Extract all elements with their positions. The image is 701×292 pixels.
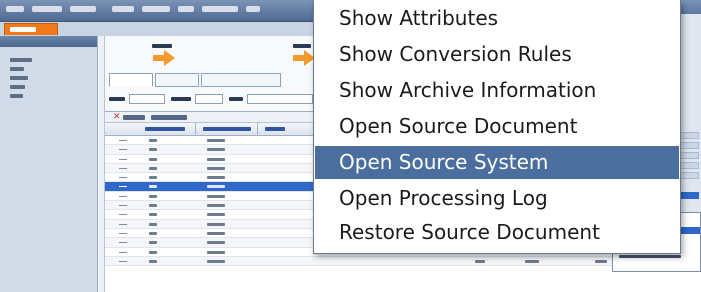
toolbar-label — [293, 44, 311, 48]
context-menu: Show Attributes Show Conversion Rules Sh… — [313, 0, 681, 254]
menu-item[interactable] — [32, 6, 62, 12]
cell — [679, 162, 699, 169]
context-menu-small-item[interactable] — [619, 255, 681, 258]
menu-item-open-source-document[interactable]: Open Source Document — [314, 110, 680, 143]
sidebar-item[interactable] — [10, 85, 25, 89]
menu-item[interactable] — [202, 6, 238, 12]
close-icon[interactable]: ✕ — [113, 113, 121, 122]
sidebar-item[interactable] — [10, 58, 32, 62]
import-arrow-icon[interactable] — [293, 50, 315, 66]
column-header[interactable] — [145, 127, 185, 131]
subtab-upload-file[interactable] — [155, 73, 199, 87]
menu-item-open-source-system[interactable]: Open Source System — [315, 146, 679, 179]
subtab-select-file[interactable] — [201, 73, 281, 87]
sidebar-splitter[interactable] — [98, 36, 105, 292]
menu-item[interactable] — [112, 6, 134, 12]
toolbar-label — [152, 44, 172, 48]
grid-toolbar-button[interactable] — [151, 115, 187, 120]
sidebar-item[interactable] — [10, 76, 28, 80]
menu-item-show-archive-information[interactable]: Show Archive Information — [314, 74, 680, 107]
tab-export[interactable] — [4, 23, 58, 35]
filter-label — [109, 97, 125, 101]
cell — [679, 172, 699, 179]
filter-dropdown[interactable] — [247, 94, 313, 104]
cell — [679, 142, 699, 149]
sidebar-header — [0, 36, 97, 47]
export-arrow-icon[interactable] — [153, 50, 175, 66]
filter-label — [229, 97, 243, 101]
sidebar-item[interactable] — [10, 94, 23, 98]
sidebar-item[interactable] — [10, 67, 24, 71]
filter-label — [171, 97, 191, 101]
sidebar — [0, 36, 98, 292]
filter-dropdown[interactable] — [195, 94, 223, 104]
column-header[interactable] — [203, 127, 251, 131]
menu-item-show-conversion-rules[interactable]: Show Conversion Rules — [314, 38, 680, 71]
cell — [679, 132, 699, 139]
tab-export-label — [10, 27, 36, 32]
cell-selected — [679, 192, 699, 199]
column-header[interactable] — [265, 127, 285, 131]
cell — [679, 152, 699, 159]
subtab-view-options[interactable] — [109, 73, 153, 87]
filter-dropdown[interactable] — [129, 94, 165, 104]
grid-toolbar-button[interactable] — [123, 115, 145, 120]
menu-item[interactable] — [178, 6, 194, 12]
menu-item[interactable] — [246, 6, 260, 12]
menu-item-open-processing-log[interactable]: Open Processing Log — [314, 182, 680, 215]
menu-item-show-attributes[interactable]: Show Attributes — [314, 2, 680, 35]
menu-item[interactable] — [70, 6, 96, 12]
menu-item[interactable] — [6, 6, 24, 12]
menu-item-restore-source-document[interactable]: Restore Source Document — [314, 216, 680, 249]
menu-item[interactable] — [142, 6, 170, 12]
